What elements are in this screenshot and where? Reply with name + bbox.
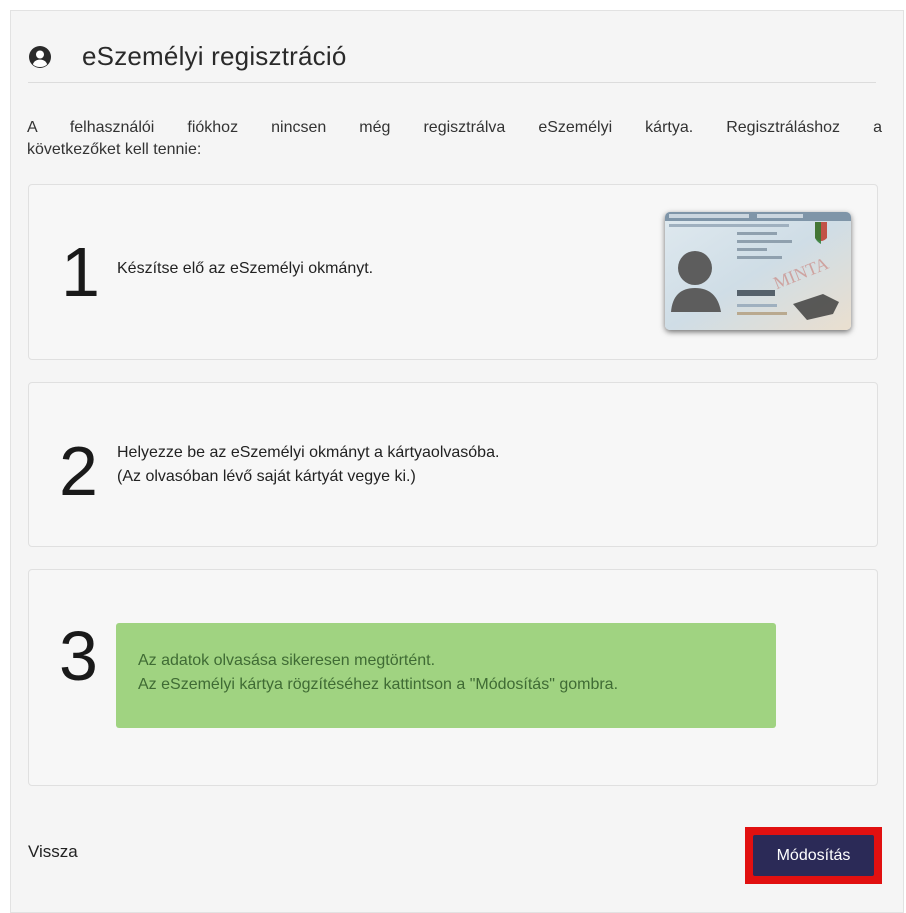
success-alert: Az adatok olvasása sikeresen megtörtént.… <box>116 623 776 728</box>
step-2-card: 2 Helyezze be az eSzemélyi okmányt a kár… <box>28 382 878 547</box>
step-2-text: Helyezze be az eSzemélyi okmányt a kárty… <box>117 441 499 489</box>
step-2-text-line-2: (Az olvasóban lévő saját kártyát vegye k… <box>117 468 416 485</box>
step-1-card: 1 Készítse elő az eSzemélyi okmányt. MIN… <box>28 184 878 360</box>
alert-line-2: Az eSzemélyi kártya rögzítéséhez kattint… <box>138 676 619 693</box>
alert-line-1: Az adatok olvasása sikeresen megtörtént. <box>138 652 436 669</box>
step-2-text-line-1: Helyezze be az eSzemélyi okmányt a kárty… <box>117 444 500 461</box>
back-link[interactable]: Vissza <box>28 842 78 862</box>
step-number: 3 <box>59 617 98 695</box>
submit-button-highlight: Módosítás <box>745 827 882 884</box>
user-circle-icon <box>29 46 51 68</box>
id-card-image: MINTA <box>665 212 851 330</box>
panel-header: eSzemélyi regisztráció <box>28 38 876 83</box>
intro-line-2: következőket kell tennie: <box>27 141 202 158</box>
intro-line-1: A felhasználói fiókhoz nincsen még regis… <box>27 119 882 136</box>
id-card-illustration: MINTA <box>665 212 851 330</box>
step-number: 2 <box>59 432 98 510</box>
modify-button[interactable]: Módosítás <box>753 835 874 876</box>
intro-text: A felhasználói fiókhoz nincsen még regis… <box>27 117 882 161</box>
page-title: eSzemélyi regisztráció <box>82 40 347 71</box>
step-3-card: 3 Az adatok olvasása sikeresen megtörtén… <box>28 569 878 786</box>
step-1-text: Készítse elő az eSzemélyi okmányt. <box>117 260 374 277</box>
step-number: 1 <box>61 233 100 311</box>
